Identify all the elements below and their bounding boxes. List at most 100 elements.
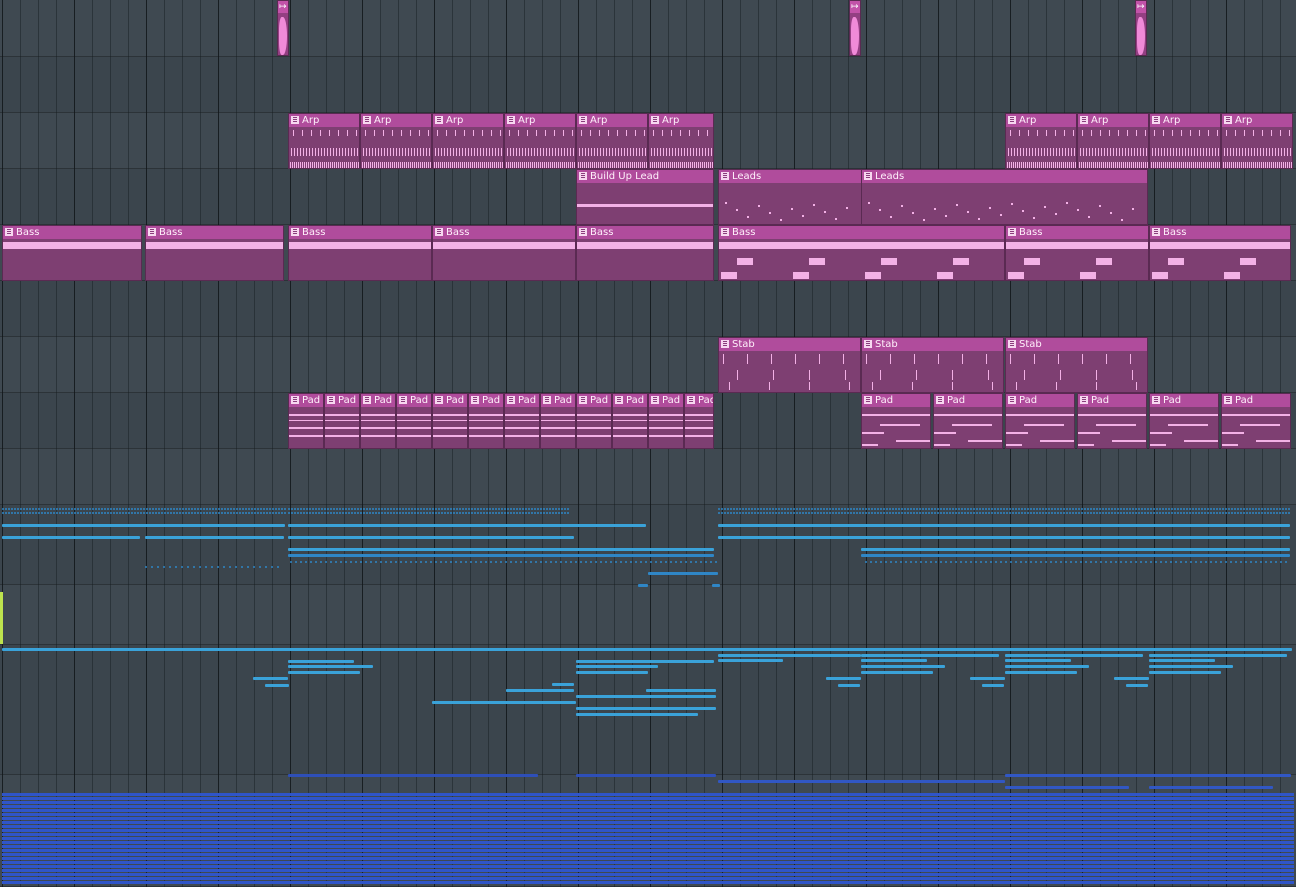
- automation-line[interactable]: [576, 707, 716, 710]
- automation-line[interactable]: [1114, 677, 1149, 680]
- automation-line[interactable]: [2, 845, 1294, 848]
- automation-line[interactable]: [2, 881, 1294, 884]
- pattern-clip[interactable]: Stab: [861, 337, 1004, 393]
- automation-line[interactable]: [1005, 654, 1143, 657]
- automation-line[interactable]: [2, 536, 140, 539]
- automation-line[interactable]: [576, 774, 716, 777]
- audio-clip[interactable]: ↦: [277, 0, 289, 56]
- pattern-clip[interactable]: Arp: [504, 113, 576, 169]
- playlist-area[interactable]: ↦ ↦ ↦ Arp Arp Arp Arp Arp Arp Arp Arp Arp Arp Build U…: [0, 0, 1296, 887]
- automation-line[interactable]: [288, 660, 354, 663]
- pattern-clip[interactable]: Leads: [861, 169, 1148, 225]
- pattern-clip[interactable]: Arp: [1149, 113, 1221, 169]
- pattern-clip[interactable]: Pad: [468, 393, 504, 449]
- pattern-clip[interactable]: Bass: [2, 225, 142, 281]
- automation-line[interactable]: [861, 665, 945, 668]
- pattern-clip[interactable]: Pad: [360, 393, 396, 449]
- automation-line[interactable]: [576, 713, 698, 716]
- automation-line[interactable]: [506, 689, 574, 692]
- automation-line[interactable]: [2, 797, 1294, 800]
- automation-line[interactable]: [253, 677, 288, 680]
- automation-line[interactable]: [432, 701, 576, 704]
- pattern-clip[interactable]: Bass: [1149, 225, 1291, 281]
- track-row[interactable]: [0, 281, 1296, 337]
- pattern-clip[interactable]: Arp: [1077, 113, 1149, 169]
- automation-line[interactable]: [1126, 684, 1148, 687]
- automation-line[interactable]: [861, 671, 933, 674]
- automation-line[interactable]: [576, 665, 658, 668]
- automation-line[interactable]: [2, 821, 1294, 824]
- automation-line[interactable]: [2, 861, 1294, 864]
- pattern-clip[interactable]: Arp: [288, 113, 360, 169]
- automation-line[interactable]: [718, 659, 783, 662]
- automation-line[interactable]: [638, 584, 648, 587]
- automation-line[interactable]: [2, 801, 1294, 804]
- pattern-clip[interactable]: Bass: [288, 225, 432, 281]
- automation-line[interactable]: [1005, 786, 1129, 789]
- automation-line[interactable]: [718, 780, 1005, 783]
- pattern-clip[interactable]: Pad: [861, 393, 931, 449]
- pattern-clip[interactable]: Arp: [1005, 113, 1077, 169]
- pattern-clip[interactable]: Pad: [612, 393, 648, 449]
- automation-line[interactable]: [2, 853, 1294, 856]
- automation-line[interactable]: [2, 833, 1294, 836]
- pattern-clip[interactable]: Pad: [324, 393, 360, 449]
- pattern-clip[interactable]: Pad: [288, 393, 324, 449]
- pattern-clip[interactable]: Pad: [540, 393, 576, 449]
- automation-line[interactable]: [982, 684, 1004, 687]
- pattern-clip[interactable]: Pad: [576, 393, 612, 449]
- automation-line[interactable]: [970, 677, 1005, 680]
- track-row[interactable]: [0, 57, 1296, 113]
- pattern-clip[interactable]: Bass: [432, 225, 576, 281]
- pattern-clip[interactable]: Arp: [1221, 113, 1293, 169]
- automation-line[interactable]: [552, 683, 574, 686]
- automation-line[interactable]: [646, 689, 716, 692]
- automation-line[interactable]: [838, 684, 860, 687]
- automation-line[interactable]: [861, 548, 1290, 551]
- pattern-clip[interactable]: Pad: [1149, 393, 1219, 449]
- automation-line[interactable]: [718, 536, 1290, 539]
- automation-line[interactable]: [1149, 671, 1221, 674]
- pattern-clip[interactable]: Pad: [1221, 393, 1291, 449]
- automation-line[interactable]: [288, 548, 714, 551]
- automation-line[interactable]: [2, 865, 1294, 868]
- pattern-clip[interactable]: Pad: [684, 393, 714, 449]
- pattern-clip[interactable]: Pad: [933, 393, 1003, 449]
- automation-line[interactable]: [576, 660, 714, 663]
- automation-line[interactable]: [2, 829, 1294, 832]
- pattern-clip[interactable]: Arp: [360, 113, 432, 169]
- pattern-clip[interactable]: Pad: [1005, 393, 1075, 449]
- automation-line[interactable]: [2, 793, 1294, 796]
- automation-line[interactable]: [288, 554, 714, 557]
- automation-line[interactable]: [1005, 774, 1291, 777]
- automation-line[interactable]: [2, 877, 1294, 880]
- audio-clip[interactable]: ↦: [849, 0, 861, 56]
- automation-line[interactable]: [826, 677, 861, 680]
- automation-line[interactable]: [288, 536, 574, 539]
- automation-line[interactable]: [718, 654, 861, 657]
- pattern-clip[interactable]: Pad: [1077, 393, 1147, 449]
- automation-line[interactable]: [1005, 659, 1071, 662]
- playhead-marker[interactable]: [0, 592, 3, 644]
- automation-line[interactable]: [2, 524, 285, 527]
- automation-line[interactable]: [288, 671, 360, 674]
- automation-line[interactable]: [2, 648, 1292, 651]
- automation-line[interactable]: [576, 671, 648, 674]
- automation-line[interactable]: [861, 659, 927, 662]
- track-row[interactable]: [0, 0, 1296, 57]
- automation-line[interactable]: [2, 857, 1294, 860]
- automation-line[interactable]: [648, 572, 718, 575]
- pattern-clip[interactable]: Pad: [432, 393, 468, 449]
- automation-line[interactable]: [2, 873, 1294, 876]
- automation-line[interactable]: [288, 774, 538, 777]
- audio-clip[interactable]: ↦: [1135, 0, 1147, 56]
- pattern-clip[interactable]: Stab: [718, 337, 861, 393]
- track-row[interactable]: [0, 449, 1296, 505]
- track-row[interactable]: [0, 585, 1296, 645]
- automation-line[interactable]: [288, 524, 646, 527]
- automation-line[interactable]: [1005, 665, 1089, 668]
- automation-line[interactable]: [2, 809, 1294, 812]
- pattern-clip[interactable]: Bass: [718, 225, 1005, 281]
- automation-line[interactable]: [2, 825, 1294, 828]
- automation-line[interactable]: [861, 554, 1290, 557]
